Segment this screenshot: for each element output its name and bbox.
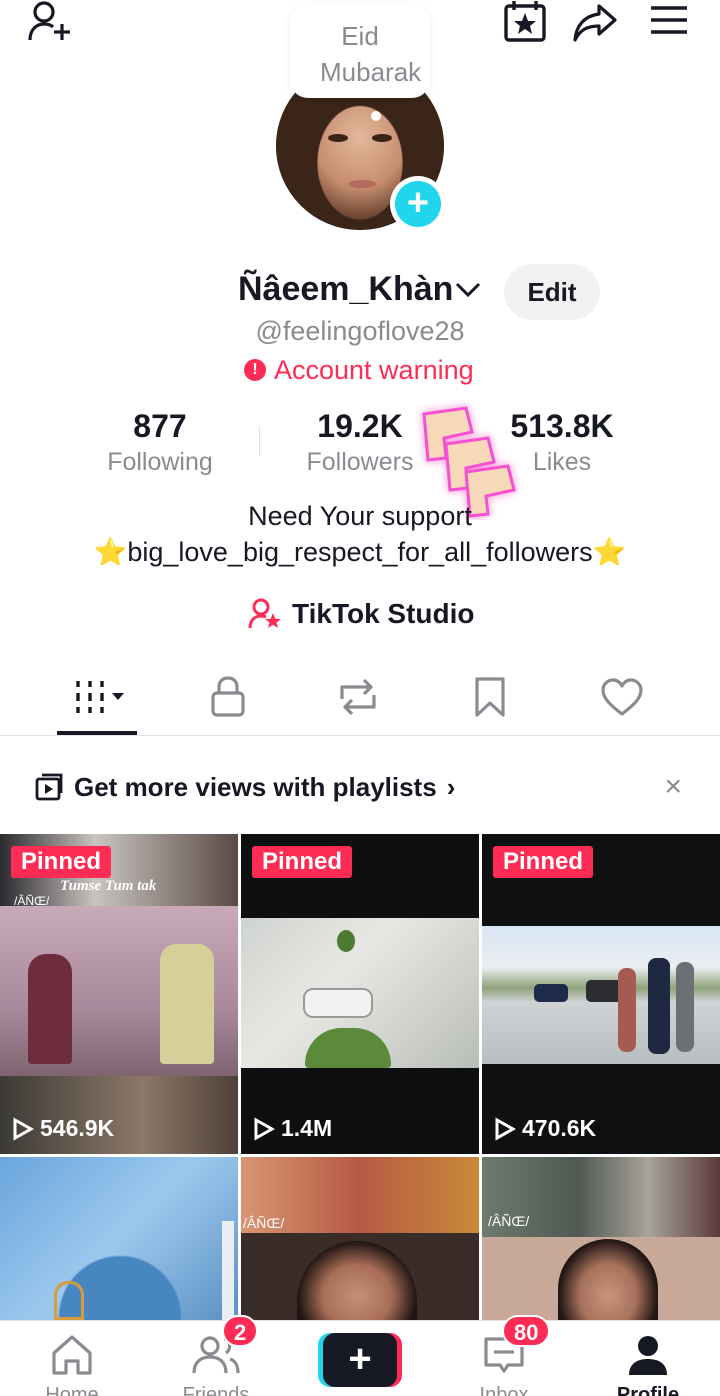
nav-friends-label: Friends (182, 1384, 250, 1396)
account-warning-link[interactable]: ! Account warning (244, 352, 474, 388)
nav-home-label: Home (45, 1384, 99, 1396)
status-note-text: Eid Mubarak (320, 21, 422, 87)
bottom-navigation: Home Friends 2 + Inbox 80 Profile (0, 1315, 720, 1396)
video-thumbnail[interactable]: /ÂÑŒ/ (482, 1157, 720, 1320)
studio-label: TikTok Studio (292, 598, 475, 629)
menu-icon[interactable] (644, 0, 694, 44)
note-pointer (371, 111, 381, 121)
view-count-text: 1.4M (281, 1115, 333, 1141)
nav-inbox-label: Inbox (479, 1384, 529, 1396)
tab-liked[interactable] (572, 660, 672, 734)
plus-icon: + (395, 181, 441, 227)
active-tab-indicator (57, 731, 137, 735)
view-count-text: 470.6K (522, 1115, 597, 1141)
bookmark-icon (475, 677, 505, 717)
playlist-banner[interactable]: Get more views with playlists › × (0, 740, 720, 834)
plus-icon: + (323, 1333, 397, 1387)
following-label: Following (107, 448, 213, 476)
play-icon (495, 1116, 516, 1141)
nav-home[interactable]: Home (12, 1333, 132, 1396)
chevron-down-icon[interactable] (454, 280, 482, 300)
video-thumbnail[interactable]: Pinned 1.4M (241, 834, 479, 1154)
nav-friends[interactable]: Friends (156, 1333, 276, 1396)
nav-profile-label: Profile (616, 1384, 680, 1396)
share-icon[interactable] (570, 0, 620, 44)
tab-private[interactable] (178, 660, 278, 734)
watermark: /ÂÑŒ/ (488, 1213, 530, 1229)
friends-badge: 2 (222, 1315, 259, 1347)
video-grid: Tumse Tum tak /ÂÑŒ/ Pinned 546.9K Pinned… (0, 834, 720, 1320)
watermark: /ÂÑŒ/ (14, 894, 50, 908)
lock-icon (211, 676, 245, 717)
chevron-right-icon: › (446, 771, 456, 802)
view-count: 470.6K (494, 1115, 596, 1142)
following-count: 877 (133, 408, 187, 444)
view-count: 546.9K (12, 1115, 114, 1142)
home-icon (52, 1335, 92, 1375)
video-thumbnail[interactable]: /ÂÑŒ/ (241, 1157, 479, 1320)
username-handle: @feelingoflove28 (255, 316, 465, 346)
view-count-text: 546.9K (40, 1115, 115, 1141)
profile-icon (629, 1336, 667, 1375)
edit-profile-button[interactable]: Edit (504, 264, 600, 320)
add-friend-icon[interactable] (26, 0, 76, 44)
name-row: Ñâeem_Khàn Edit (0, 262, 720, 322)
stat-following[interactable]: 877 Following (60, 404, 260, 477)
status-note[interactable]: Eid Mubarak (290, 4, 430, 98)
alert-icon: ! (244, 359, 266, 381)
profile-bio: Need Your support ⭐big_love_big_respect_… (0, 498, 720, 570)
account-warning-text: Account warning (274, 354, 474, 385)
video-thumbnail[interactable] (0, 1157, 238, 1320)
inbox-badge: 80 (502, 1315, 551, 1347)
playlist-banner-text: Get more views with playlists (74, 771, 437, 802)
video-caption: Tumse Tum tak (60, 878, 157, 894)
calendar-star-icon[interactable] (500, 0, 550, 44)
pinned-badge: Pinned (11, 846, 112, 878)
repost-icon (340, 678, 376, 716)
bio-line: ⭐big_love_big_respect_for_all_followers⭐ (93, 537, 627, 567)
pinned-badge: Pinned (493, 846, 594, 878)
profile-tabs (0, 660, 720, 736)
tab-favorites[interactable] (440, 660, 540, 734)
video-thumbnail[interactable]: Tumse Tum tak /ÂÑŒ/ Pinned 546.9K (0, 834, 238, 1154)
video-thumbnail[interactable]: Pinned 470.6K (482, 834, 720, 1154)
play-icon (13, 1116, 34, 1141)
bio-line: Need Your support (248, 501, 472, 531)
tab-reposts[interactable] (308, 660, 408, 734)
profile-stats: 877 Following 19.2K Followers 513.8K Lik… (0, 404, 720, 484)
close-icon[interactable]: × (664, 770, 682, 804)
studio-person-star-icon (248, 598, 281, 629)
tiktok-studio-link[interactable]: TikTok Studio (248, 592, 475, 636)
pinned-badge: Pinned (252, 846, 353, 878)
grid-dropdown-icon (76, 681, 124, 713)
heart-icon (601, 678, 643, 716)
display-name[interactable]: Ñâeem_Khàn (238, 270, 453, 309)
nav-profile[interactable]: Profile (588, 1333, 708, 1396)
nav-inbox[interactable]: Inbox (444, 1333, 564, 1396)
tab-videos[interactable] (52, 660, 152, 734)
playlist-icon (35, 773, 63, 801)
play-icon (254, 1116, 275, 1141)
watermark: /ÂÑŒ/ (243, 1215, 285, 1231)
add-story-button[interactable]: + (390, 176, 446, 232)
view-count: 1.4M (253, 1115, 332, 1142)
create-button[interactable]: + (318, 1333, 402, 1387)
